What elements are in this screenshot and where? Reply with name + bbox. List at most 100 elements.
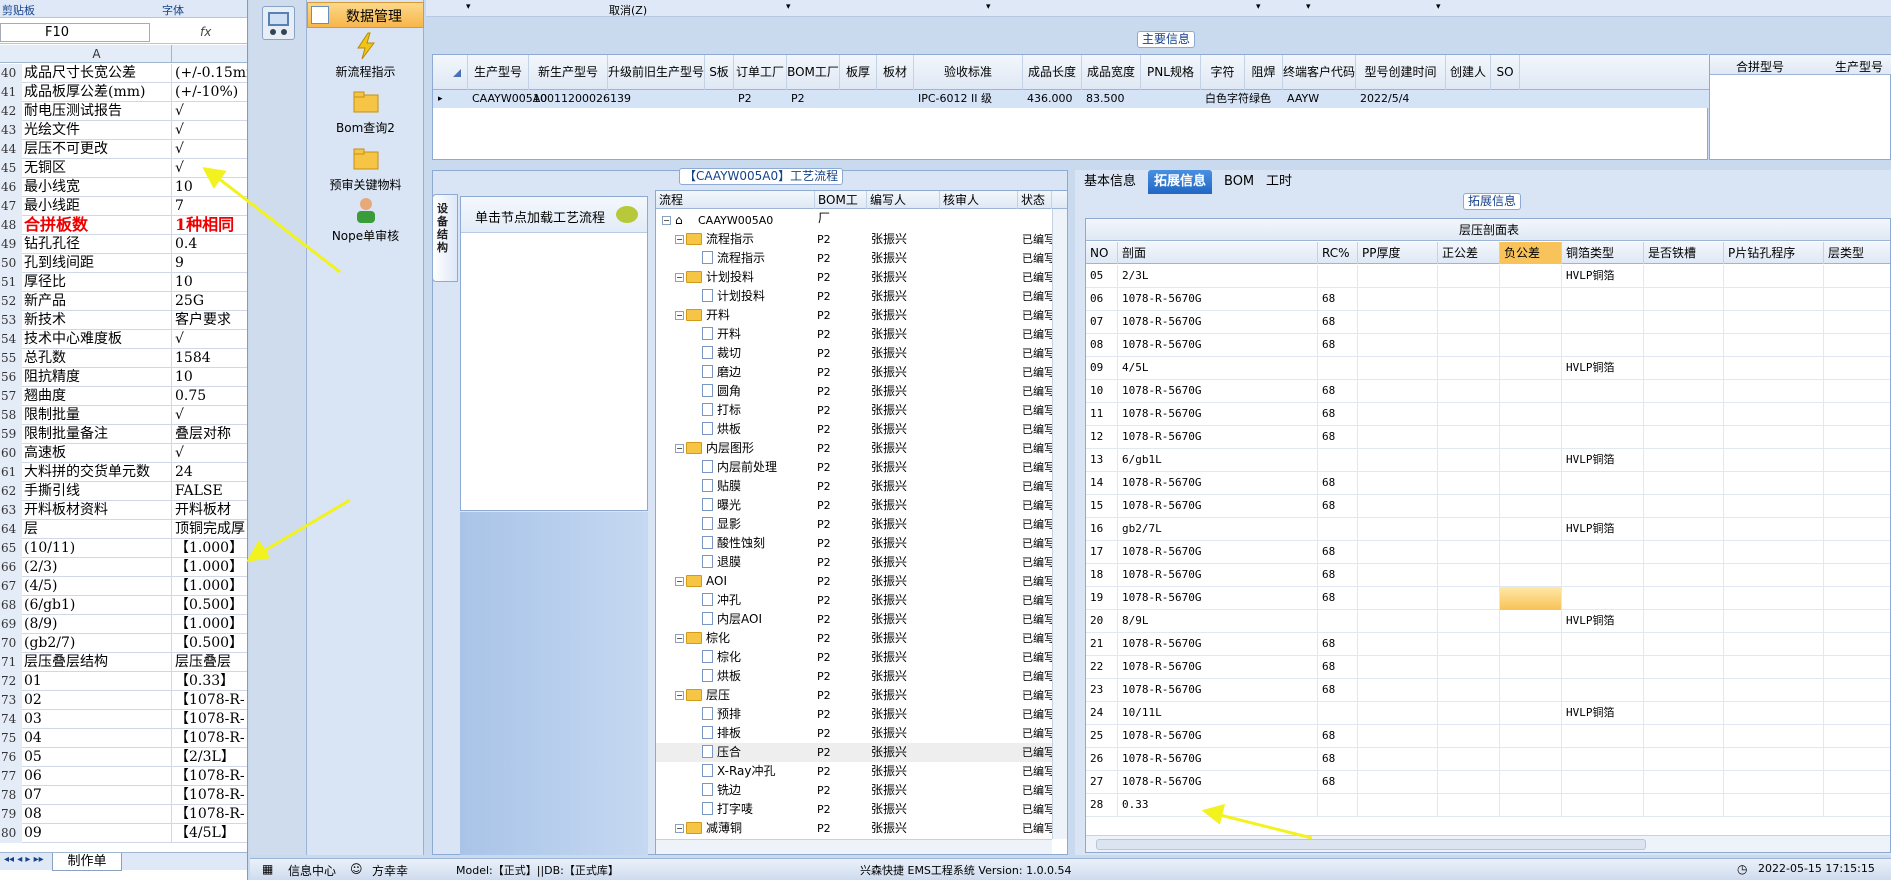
row-number[interactable]: 42 — [0, 102, 22, 121]
lam-cell[interactable] — [1500, 771, 1562, 794]
lam-cell[interactable] — [1562, 472, 1644, 495]
lam-cell[interactable] — [1562, 380, 1644, 403]
lam-cell[interactable]: 08 — [1086, 334, 1118, 357]
lam-cell[interactable] — [1644, 541, 1724, 564]
lam-cell[interactable] — [1562, 748, 1644, 771]
lam-cell[interactable] — [1724, 518, 1824, 541]
lam-cell[interactable] — [1644, 564, 1724, 587]
lamination-row[interactable]: 15 1078-R-5670G 68 — [1086, 495, 1890, 518]
lam-cell[interactable]: 68 — [1318, 426, 1358, 449]
lam-cell[interactable] — [1358, 449, 1438, 472]
lam-cell[interactable] — [1724, 725, 1824, 748]
lam-cell[interactable] — [1500, 656, 1562, 679]
lam-cell[interactable]: 24 — [1086, 702, 1118, 725]
lam-cell[interactable]: 68 — [1318, 587, 1358, 610]
tree-group-node[interactable]: − 内层图形 P2 张振兴 已编写 — [656, 439, 1052, 458]
chevron-down-icon[interactable]: ▾ — [986, 2, 991, 12]
lam-cell[interactable] — [1824, 702, 1890, 725]
cell-b[interactable]: 【1078-R- — [175, 691, 247, 710]
cell-b[interactable]: 开料板材 — [175, 501, 247, 520]
lam-cell[interactable]: 20 — [1086, 610, 1118, 633]
cell-b[interactable]: √ — [175, 406, 247, 425]
row-number[interactable]: 75 — [0, 729, 22, 748]
lam-cell[interactable]: 1078-R-5670G — [1118, 380, 1318, 403]
lam-cell[interactable] — [1358, 495, 1438, 518]
lam-cell[interactable] — [1824, 771, 1890, 794]
main-info-row[interactable]: ▸ CAAYW005A0 10011200026139 P2 P2 IPC-6012 I… — [433, 90, 1709, 108]
lam-cell[interactable]: 06 — [1086, 288, 1118, 311]
lam-cell[interactable] — [1724, 587, 1824, 610]
lam-cell[interactable]: 21 — [1086, 633, 1118, 656]
lam-cell[interactable]: 22 — [1086, 656, 1118, 679]
tree-step-node[interactable]: 显影 P2 张振兴 已编写 — [656, 515, 1052, 534]
cell-a[interactable]: 孔到线间距 — [24, 254, 172, 273]
row-number[interactable]: 61 — [0, 463, 22, 482]
lam-cell[interactable] — [1824, 265, 1890, 288]
cell-a[interactable]: 08 — [24, 805, 172, 824]
col-lam-9[interactable]: 层类型 — [1824, 242, 1890, 264]
collapse-icon[interactable]: − — [675, 577, 684, 586]
lam-cell[interactable] — [1824, 357, 1890, 380]
chevron-down-icon[interactable]: ▾ — [1436, 2, 1441, 12]
col-lam-2[interactable]: RC% — [1318, 242, 1358, 264]
lam-cell[interactable] — [1500, 449, 1562, 472]
cell-b[interactable]: 【0.33】 — [175, 672, 247, 691]
lamination-row[interactable]: 21 1078-R-5670G 68 — [1086, 633, 1890, 656]
lam-cell[interactable]: 1078-R-5670G — [1118, 771, 1318, 794]
col-bom-factory[interactable]: BOM工厂 — [815, 191, 867, 225]
lam-cell[interactable] — [1724, 334, 1824, 357]
lam-cell[interactable] — [1824, 725, 1890, 748]
lam-cell[interactable] — [1562, 564, 1644, 587]
col-main-3[interactable]: 升级前旧生产型号 — [608, 55, 705, 90]
lam-cell[interactable] — [1438, 656, 1500, 679]
cell-b[interactable]: 【0.500】 — [175, 634, 247, 653]
collapse-icon[interactable]: − — [675, 634, 684, 643]
col-flow[interactable]: 流程 — [656, 191, 815, 209]
lam-cell[interactable] — [1438, 679, 1500, 702]
lamination-row[interactable]: 11 1078-R-5670G 68 — [1086, 403, 1890, 426]
lam-cell[interactable] — [1562, 334, 1644, 357]
cell-b[interactable]: 【1078-R- — [175, 786, 247, 805]
lam-cell[interactable] — [1438, 311, 1500, 334]
lam-cell[interactable] — [1824, 679, 1890, 702]
lam-cell[interactable] — [1500, 794, 1562, 817]
col-main-15[interactable]: 终端客户代码 — [1283, 55, 1356, 90]
col-main-12[interactable]: PNL规格 — [1141, 55, 1201, 90]
lam-cell[interactable] — [1500, 265, 1562, 288]
row-number[interactable]: 53 — [0, 311, 22, 330]
row-number[interactable]: 78 — [0, 786, 22, 805]
lam-cell[interactable] — [1358, 564, 1438, 587]
lamination-row[interactable]: 25 1078-R-5670G 68 — [1086, 725, 1890, 748]
lam-cell[interactable]: HVLP铜箔 — [1562, 702, 1644, 725]
lam-cell[interactable] — [1438, 633, 1500, 656]
cell-a[interactable]: (2/3) — [24, 558, 172, 577]
lam-cell[interactable] — [1500, 633, 1562, 656]
row-number[interactable]: 49 — [0, 235, 22, 254]
lam-cell[interactable] — [1438, 702, 1500, 725]
cell-a[interactable]: 07 — [24, 786, 172, 805]
lam-cell[interactable] — [1500, 495, 1562, 518]
tree-step-node[interactable]: 曝光 P2 张振兴 已编写 — [656, 496, 1052, 515]
cell-b[interactable]: √ — [175, 159, 247, 178]
cell-a[interactable]: (4/5) — [24, 577, 172, 596]
lamination-row[interactable]: 27 1078-R-5670G 68 — [1086, 771, 1890, 794]
cell-a[interactable]: 05 — [24, 748, 172, 767]
row-number[interactable]: 64 — [0, 520, 22, 539]
lam-cell[interactable]: HVLP铜箔 — [1562, 265, 1644, 288]
lam-cell[interactable] — [1724, 265, 1824, 288]
lam-cell[interactable] — [1358, 794, 1438, 817]
lam-cell[interactable] — [1438, 288, 1500, 311]
lam-cell[interactable]: 16 — [1086, 518, 1118, 541]
cell-b[interactable]: 10 — [175, 273, 247, 292]
lam-cell[interactable] — [1824, 541, 1890, 564]
lam-cell[interactable] — [1500, 564, 1562, 587]
lamination-row[interactable]: 10 1078-R-5670G 68 — [1086, 380, 1890, 403]
lam-cell[interactable] — [1500, 748, 1562, 771]
lam-cell[interactable] — [1724, 380, 1824, 403]
lam-cell[interactable] — [1358, 633, 1438, 656]
lam-cell[interactable] — [1358, 288, 1438, 311]
col-main-6[interactable]: BOM工厂 — [787, 55, 840, 90]
tree-group-node[interactable]: − 计划投料 P2 张振兴 已编写 — [656, 268, 1052, 287]
col-main-10[interactable]: 成品长度 — [1023, 55, 1082, 90]
cell-a[interactable]: 01 — [24, 672, 172, 691]
